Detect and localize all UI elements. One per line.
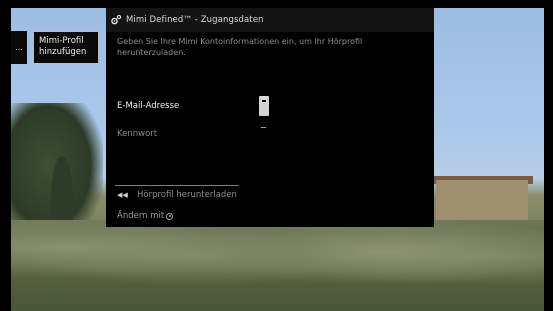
separator [115, 185, 239, 186]
add-profile-label-line2: hinzufügen [39, 47, 87, 57]
email-input[interactable] [259, 96, 269, 116]
ok-button-icon [166, 212, 174, 220]
side-menu-label: ... [15, 43, 23, 52]
gear-icon [111, 14, 122, 25]
add-mimi-profile-button[interactable]: Mimi-Profil hinzufügen [33, 31, 99, 64]
email-field-label: E-Mail-Adresse [117, 101, 180, 111]
rewind-icon: ◀◀ [117, 191, 128, 199]
add-profile-label-line1: Mimi-Profil [39, 36, 84, 46]
change-hint-label: Ändern mit [117, 211, 165, 221]
dialog-header: Mimi Defined™ - Zugangsdaten [106, 8, 434, 32]
password-field-label: Kennwort [117, 129, 158, 139]
side-menu-item[interactable]: ... [11, 31, 27, 64]
credentials-dialog: Mimi Defined™ - Zugangsdaten Geben Sie I… [106, 8, 434, 227]
change-hint: Ändern mit [117, 211, 174, 221]
password-input[interactable] [261, 127, 266, 128]
dialog-description: Geben Sie Ihre Mimi Kontoinformationen e… [117, 37, 363, 57]
dialog-title: Mimi Defined™ - Zugangsdaten [126, 15, 264, 25]
download-profile-label: Hörprofil herunterladen [137, 190, 237, 200]
olive-bushes-scenery [11, 220, 544, 311]
download-profile-button[interactable]: ◀◀ Hörprofil herunterladen [117, 189, 237, 201]
